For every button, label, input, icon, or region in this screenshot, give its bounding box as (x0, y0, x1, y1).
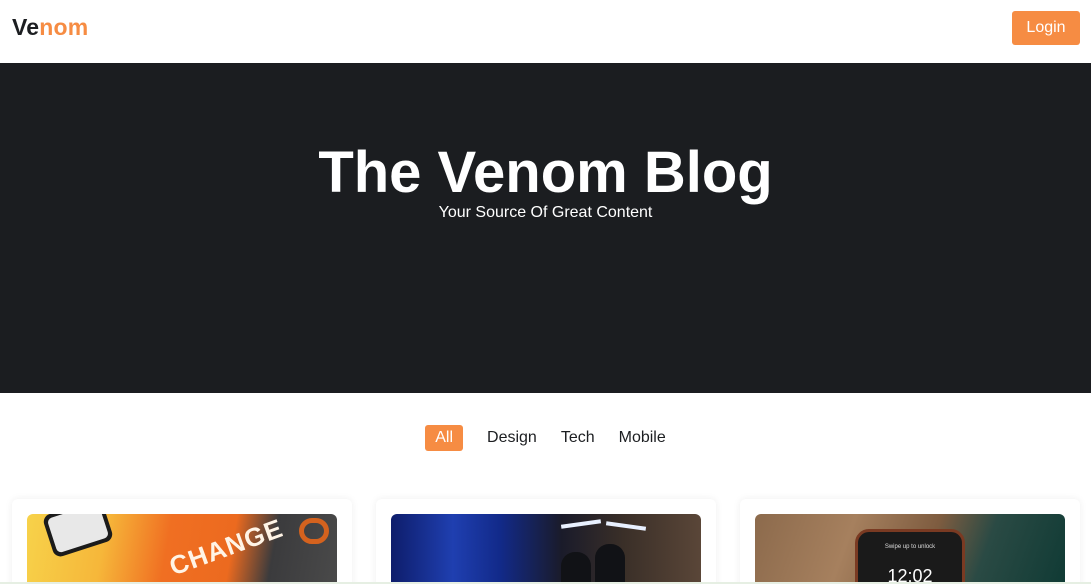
hero-subtitle: Your Source Of Great Content (438, 204, 653, 221)
category-filters: All Design Tech Mobile (0, 425, 1091, 451)
blog-card-image[interactable] (391, 514, 701, 584)
person-silhouette (561, 552, 591, 584)
filter-tech[interactable]: Tech (561, 425, 595, 451)
hero-banner: The Venom Blog Your Source Of Great Cont… (0, 63, 1091, 393)
blog-card[interactable]: CHANGE (12, 499, 352, 584)
login-button[interactable]: Login (1012, 11, 1080, 45)
filter-mobile[interactable]: Mobile (619, 425, 666, 451)
blog-card-image[interactable]: Swipe up to unlock 12:02 (755, 514, 1065, 584)
book-cover-text: CHANGE (165, 514, 288, 582)
filter-all[interactable]: All (425, 425, 464, 451)
hero-title: The Venom Blog (318, 140, 773, 205)
lockscreen-hint: Swipe up to unlock (884, 544, 936, 550)
ceiling-light (605, 521, 647, 531)
ceiling-light (560, 519, 602, 529)
site-logo[interactable]: Venom (12, 14, 88, 41)
person-silhouette (595, 544, 625, 584)
filter-design[interactable]: Design (487, 425, 537, 451)
blog-card-image[interactable]: CHANGE (27, 514, 337, 584)
site-header: Venom Login (0, 0, 1091, 63)
binder-clip-image (299, 518, 329, 544)
blog-card[interactable]: Swipe up to unlock 12:02 (740, 499, 1080, 584)
smartphone-image: Swipe up to unlock 12:02 (855, 529, 965, 584)
logo-part-dark: Ve (12, 14, 40, 40)
logo-part-accent: nom (39, 14, 89, 40)
blog-card[interactable] (376, 499, 716, 584)
phone-image (41, 514, 115, 559)
